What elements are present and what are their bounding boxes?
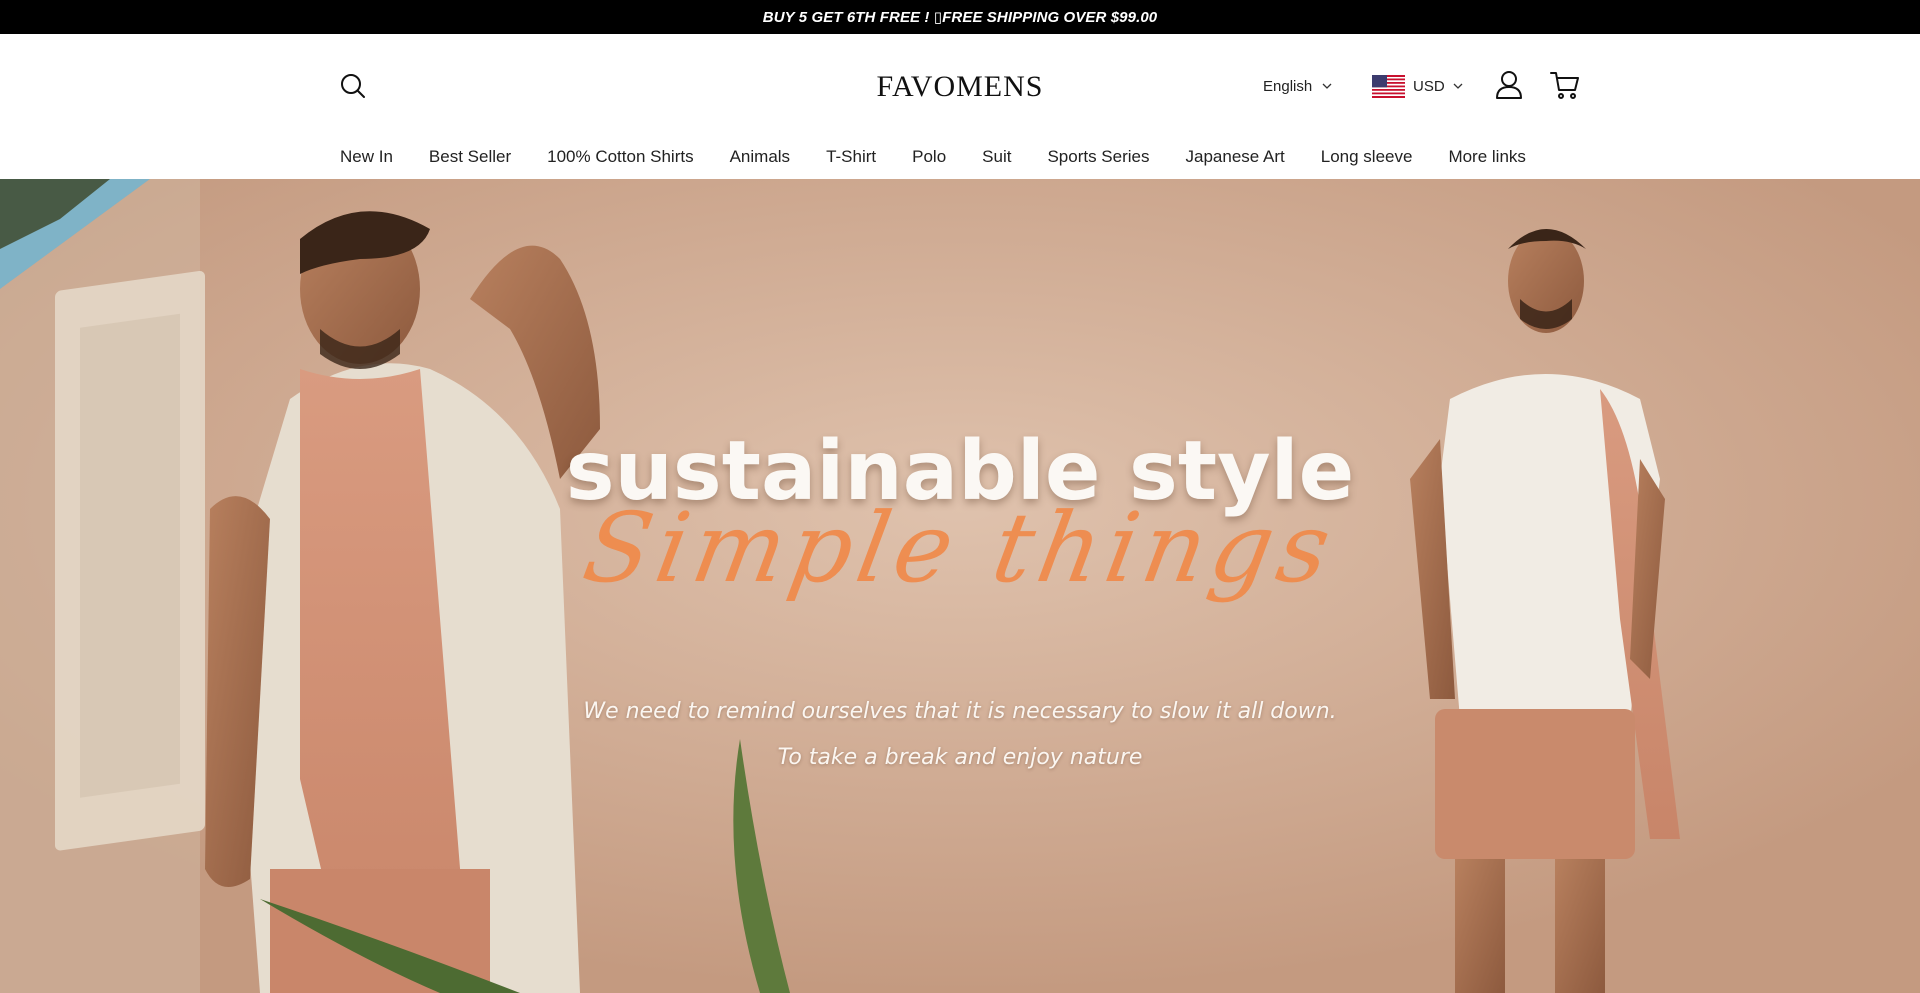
hero-subtitle-line2: To take a break and enjoy nature — [777, 745, 1143, 770]
nav-item-polo[interactable]: Polo — [912, 147, 946, 167]
nav-item-animals[interactable]: Animals — [730, 147, 790, 167]
language-label: English — [1263, 77, 1313, 95]
nav-item-more-links[interactable]: More links — [1448, 147, 1525, 167]
us-flag-icon — [1372, 74, 1405, 98]
nav-item-new-in[interactable]: New In — [340, 147, 393, 167]
hero-subtitle-line1: We need to remind ourselves that it is n… — [583, 699, 1337, 724]
main-navigation: New In Best Seller 100% Cotton Shirts An… — [340, 142, 1562, 172]
nav-item-t-shirt[interactable]: T-Shirt — [826, 147, 876, 167]
nav-item-suit[interactable]: Suit — [982, 147, 1011, 167]
currency-selector[interactable]: USD — [1372, 72, 1463, 100]
chevron-down-icon — [1322, 83, 1332, 89]
nav-item-japanese-art[interactable]: Japanese Art — [1186, 147, 1285, 167]
user-icon — [1496, 71, 1522, 99]
nav-item-long-sleeve[interactable]: Long sleeve — [1321, 147, 1413, 167]
language-selector[interactable]: English — [1263, 74, 1332, 98]
account-button[interactable] — [1494, 69, 1524, 101]
site-header: FAVOMENS English USD New In Best Seller … — [0, 34, 1920, 179]
chevron-down-icon — [1453, 83, 1463, 89]
announcement-bar: BUY 5 GET 6TH FREE ! ▯FREE SHIPPING OVER… — [0, 0, 1920, 34]
site-logo[interactable]: FAVOMENS — [0, 70, 1920, 104]
hero-banner[interactable]: sustainable style Simple things We need … — [0, 179, 1920, 993]
nav-item-cotton-shirts[interactable]: 100% Cotton Shirts — [547, 147, 693, 167]
hero-script-text: Simple things — [575, 492, 1345, 604]
nav-item-sports-series[interactable]: Sports Series — [1047, 147, 1149, 167]
announcement-text: BUY 5 GET 6TH FREE ! ▯FREE SHIPPING OVER… — [762, 9, 1158, 26]
cart-icon — [1550, 72, 1579, 99]
currency-label: USD — [1413, 77, 1445, 95]
cart-button[interactable] — [1549, 69, 1581, 101]
logo-text[interactable]: FAVOMENS — [877, 70, 1044, 104]
nav-item-best-seller[interactable]: Best Seller — [429, 147, 511, 167]
